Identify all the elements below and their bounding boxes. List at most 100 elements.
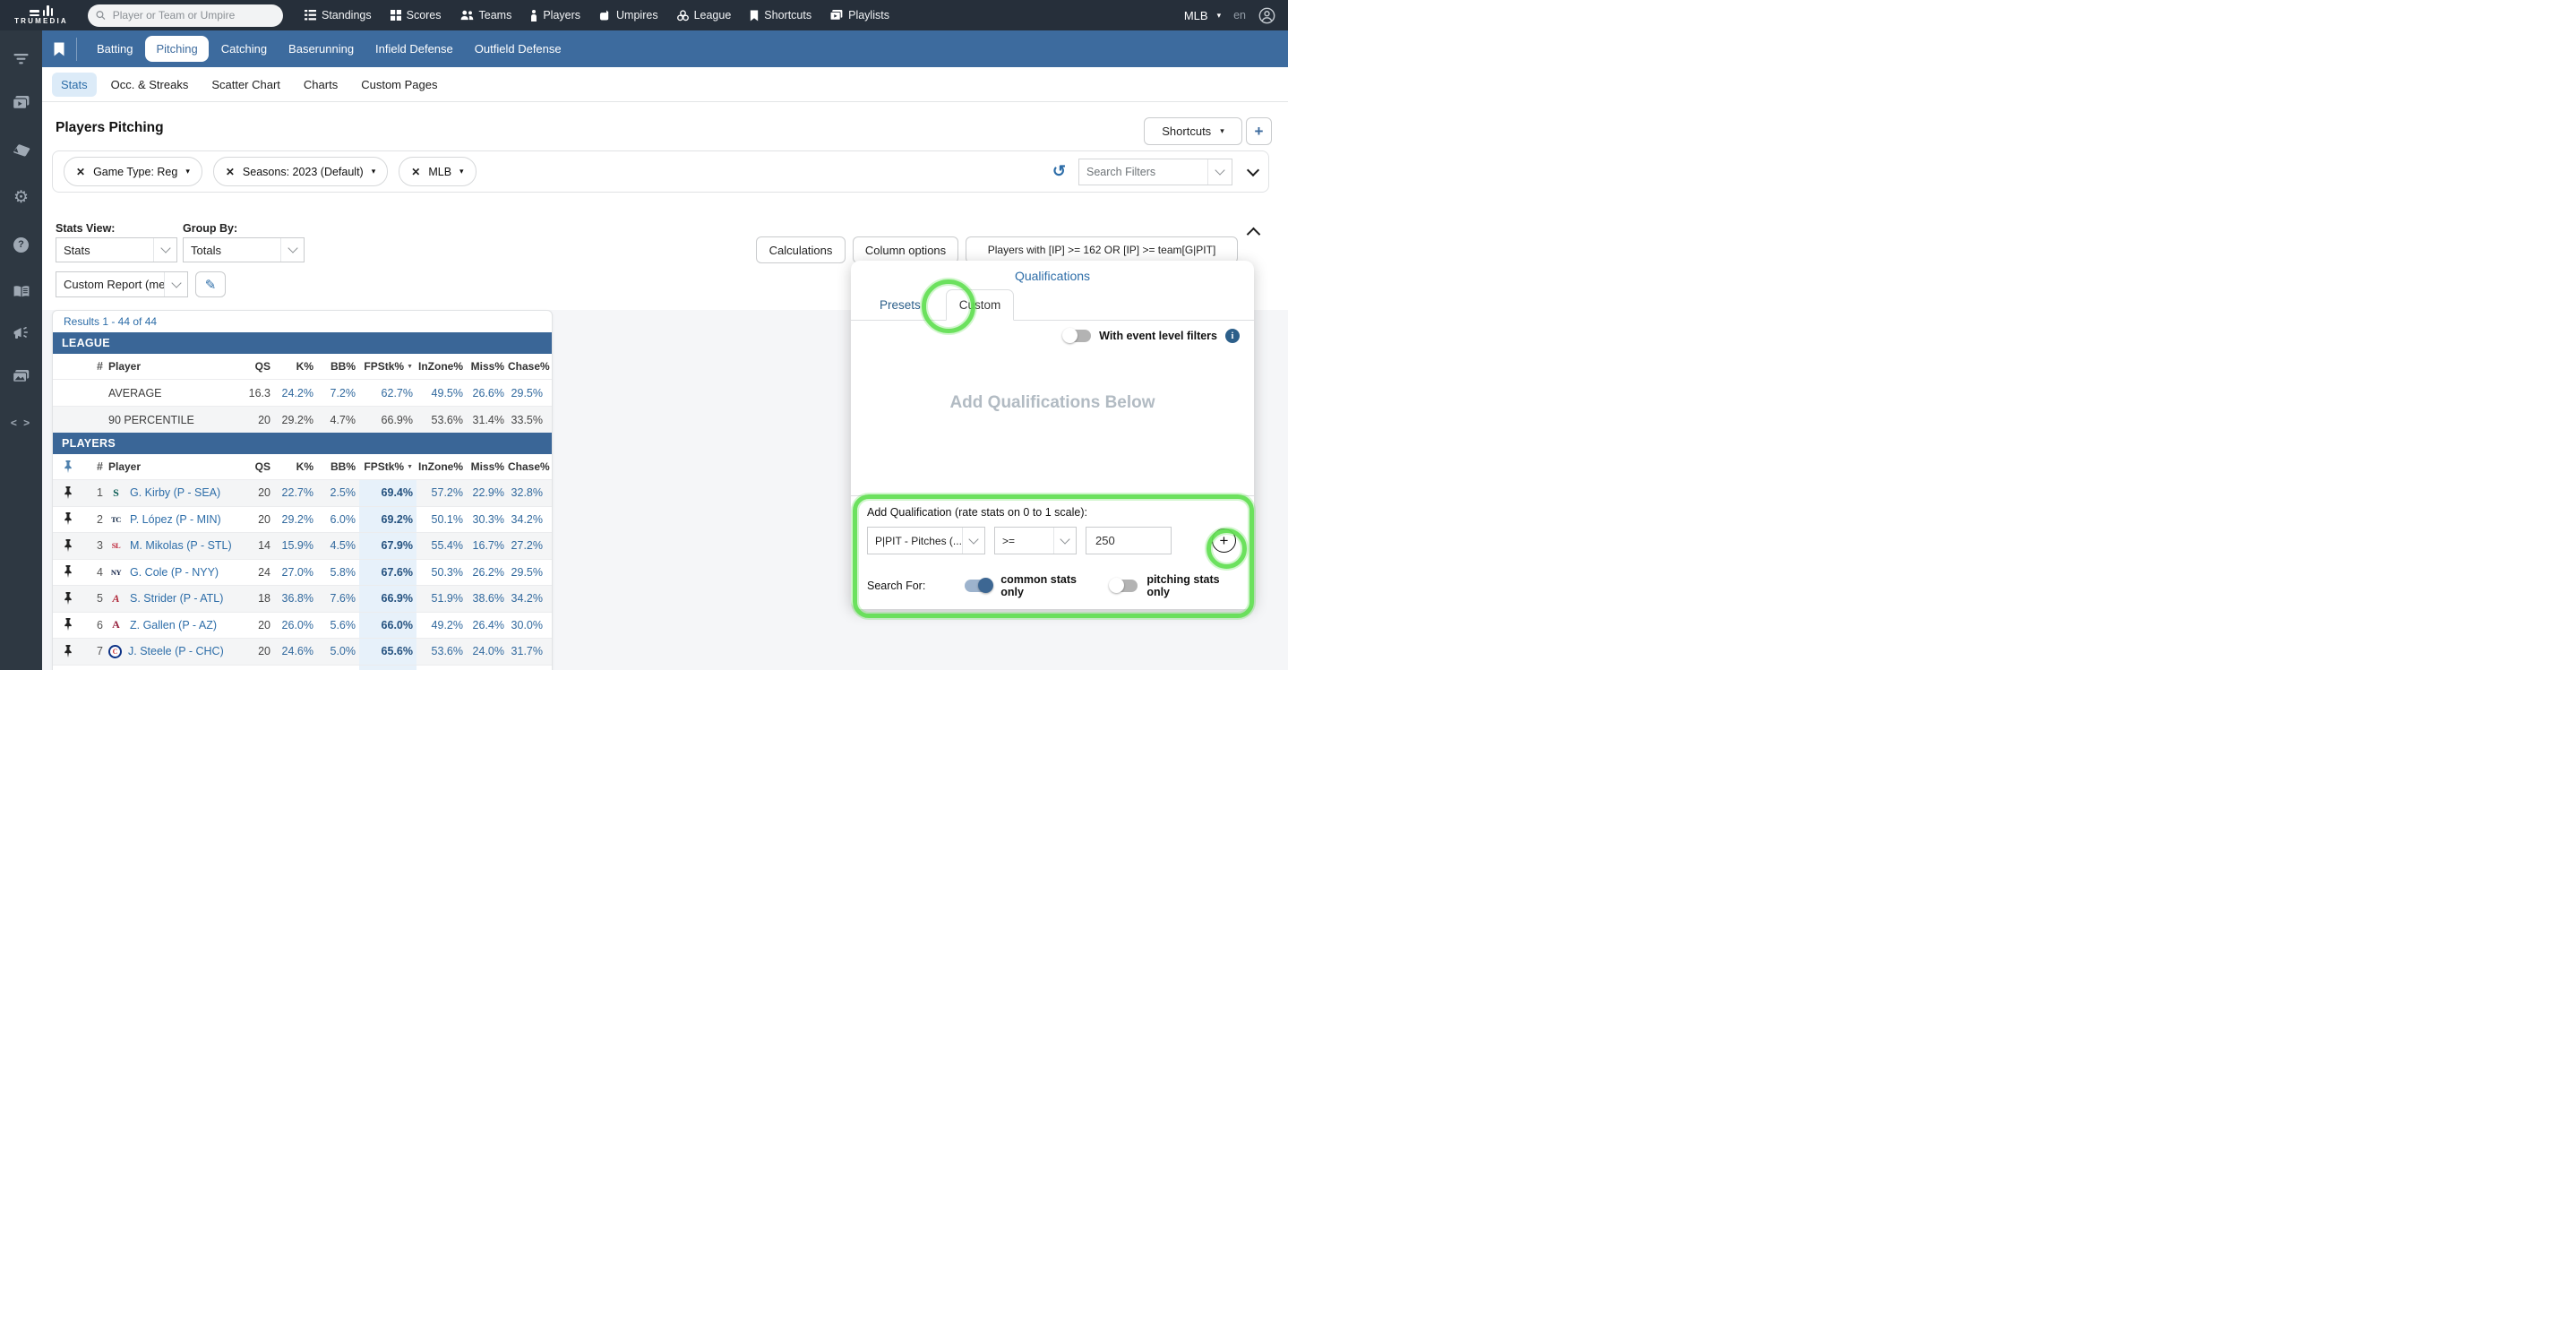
col-bb[interactable]: BB% <box>317 460 359 473</box>
nav-scores[interactable]: Scores <box>390 9 442 21</box>
nav-playlists[interactable]: Playlists <box>830 9 889 21</box>
filter-sliders-icon[interactable] <box>0 49 42 69</box>
col-rank[interactable]: # <box>83 460 105 473</box>
player-link[interactable]: G. Cole (P - NYY) <box>130 566 219 579</box>
pin-icon[interactable] <box>64 512 73 526</box>
tab-custom-pages[interactable]: Custom Pages <box>352 73 446 97</box>
col-player[interactable]: Player <box>105 460 236 473</box>
col-chase[interactable]: Chase% <box>508 460 552 473</box>
nav-league[interactable]: League <box>676 9 731 21</box>
pin-icon[interactable] <box>64 565 73 579</box>
group-by-select[interactable]: Totals <box>183 237 305 262</box>
player-link[interactable]: P. López (P - MIN) <box>130 513 221 526</box>
col-fpstk[interactable]: FPStk% ▼ <box>359 360 416 373</box>
nav-standings[interactable]: Standings <box>305 9 372 21</box>
qualifier-summary-button[interactable]: Players with [IP] >= 162 OR [IP] >= team… <box>966 236 1238 263</box>
nav-players[interactable]: Players <box>530 9 580 21</box>
add-shortcut-button[interactable]: + <box>1246 117 1272 145</box>
tab-stats[interactable]: Stats <box>52 72 97 97</box>
player-link[interactable]: S. Strider (P - ATL) <box>130 592 223 605</box>
tab-presets[interactable]: Presets <box>867 290 933 320</box>
help-icon[interactable]: ? <box>0 235 42 254</box>
pin-icon[interactable] <box>64 538 73 553</box>
pin-icon[interactable] <box>64 591 73 606</box>
col-inzone[interactable]: InZone% <box>416 460 467 473</box>
col-miss[interactable]: Miss% <box>467 460 508 473</box>
combobox-chevron[interactable] <box>1207 159 1232 185</box>
pin-icon[interactable] <box>64 644 73 658</box>
search-filters-input[interactable] <box>1079 165 1207 178</box>
user-avatar-icon[interactable] <box>1258 7 1275 24</box>
tab-batting[interactable]: Batting <box>88 36 142 62</box>
bookmark-icon[interactable] <box>54 42 64 56</box>
tab-baserunning[interactable]: Baserunning <box>279 36 363 62</box>
threshold-input[interactable] <box>1086 527 1172 554</box>
common-stats-toggle[interactable] <box>965 578 994 593</box>
calculations-button[interactable]: Calculations <box>756 236 846 263</box>
filter-chip-seasons[interactable]: ✕ Seasons: 2023 (Default) ▾ <box>212 157 389 186</box>
remove-filter-icon[interactable]: ✕ <box>226 166 235 178</box>
results-summary[interactable]: Results 1 - 44 of 44 <box>53 311 552 332</box>
nav-teams[interactable]: Teams <box>460 9 511 21</box>
field-view-icon[interactable] <box>0 141 42 160</box>
settings-gear-icon[interactable]: ⚙ <box>0 187 42 207</box>
glossary-book-icon[interactable] <box>0 281 42 301</box>
pin-icon[interactable] <box>64 485 73 500</box>
shortcuts-dropdown-button[interactable]: Shortcuts ▾ <box>1144 117 1242 145</box>
col-bb[interactable]: BB% <box>317 360 359 373</box>
player-link[interactable]: M. Mikolas (P - STL) <box>130 539 232 552</box>
col-qs[interactable]: QS <box>236 360 274 373</box>
info-icon[interactable]: i <box>1225 329 1240 343</box>
expand-filters-chevron-icon[interactable] <box>1246 163 1260 176</box>
operator-select[interactable]: >= <box>994 527 1077 554</box>
nav-shortcuts[interactable]: Shortcuts <box>750 9 811 21</box>
tab-infield-defense[interactable]: Infield Defense <box>366 36 462 62</box>
pin-column-icon[interactable] <box>64 460 73 474</box>
pitching-stats-toggle[interactable] <box>1109 578 1138 593</box>
col-qs[interactable]: QS <box>236 460 274 473</box>
tab-catching[interactable]: Catching <box>212 36 276 62</box>
nav-umpires[interactable]: Umpires <box>599 9 658 21</box>
col-player[interactable]: Player <box>105 360 236 373</box>
collapse-controls-chevron-icon[interactable] <box>1246 227 1261 242</box>
announcements-megaphone-icon[interactable] <box>0 323 42 343</box>
trumedia-logo[interactable]: TRUMEDIA <box>0 0 82 30</box>
report-select[interactable]: Custom Report (me) <box>56 271 188 297</box>
search-filters-combobox[interactable] <box>1078 158 1232 185</box>
edit-report-button[interactable]: ✎ <box>195 271 226 297</box>
video-playlist-icon[interactable] <box>0 92 42 112</box>
filter-chip-league[interactable]: ✕ MLB ▾ <box>399 157 477 186</box>
player-link[interactable]: Z. Gallen (P - AZ) <box>130 619 217 631</box>
add-qualification-button[interactable]: + <box>1212 528 1236 553</box>
locale-label[interactable]: en <box>1233 9 1246 21</box>
col-k[interactable]: K% <box>274 460 317 473</box>
remove-filter-icon[interactable]: ✕ <box>411 166 420 178</box>
player-link[interactable]: G. Kirby (P - SEA) <box>130 486 220 499</box>
col-rank[interactable]: # <box>83 360 105 373</box>
col-miss[interactable]: Miss% <box>467 360 508 373</box>
code-embed-icon[interactable]: < > <box>0 413 42 433</box>
col-chase[interactable]: Chase% <box>508 360 552 373</box>
col-fpstk[interactable]: FPStk% ▼ <box>359 460 416 473</box>
tab-custom[interactable]: Custom <box>945 289 1015 321</box>
tab-scatter-chart[interactable]: Scatter Chart <box>202 73 289 97</box>
event-level-filters-toggle[interactable] <box>1062 328 1092 343</box>
tab-pitching[interactable]: Pitching <box>145 36 209 62</box>
tab-outfield-defense[interactable]: Outfield Defense <box>466 36 571 62</box>
global-search[interactable] <box>88 4 283 27</box>
pin-icon[interactable] <box>64 618 73 631</box>
player-link[interactable]: J. Steele (P - CHC) <box>128 645 224 657</box>
stats-view-select[interactable]: Stats <box>56 237 177 262</box>
league-selector[interactable]: MLB ▾ <box>1184 9 1221 22</box>
tab-occ-streaks[interactable]: Occ. & Streaks <box>102 73 198 97</box>
global-search-input[interactable] <box>110 8 275 22</box>
filter-chip-game-type[interactable]: ✕ Game Type: Reg ▾ <box>64 157 202 186</box>
stat-select[interactable]: P|PIT - Pitches (... <box>867 527 985 554</box>
col-inzone[interactable]: InZone% <box>416 360 467 373</box>
filter-history-icon[interactable]: ↺ <box>1052 162 1066 181</box>
media-gallery-icon[interactable] <box>0 366 42 386</box>
remove-filter-icon[interactable]: ✕ <box>76 166 85 178</box>
col-k[interactable]: K% <box>274 360 317 373</box>
tab-charts[interactable]: Charts <box>295 73 347 97</box>
column-options-button[interactable]: Column options <box>853 236 958 263</box>
